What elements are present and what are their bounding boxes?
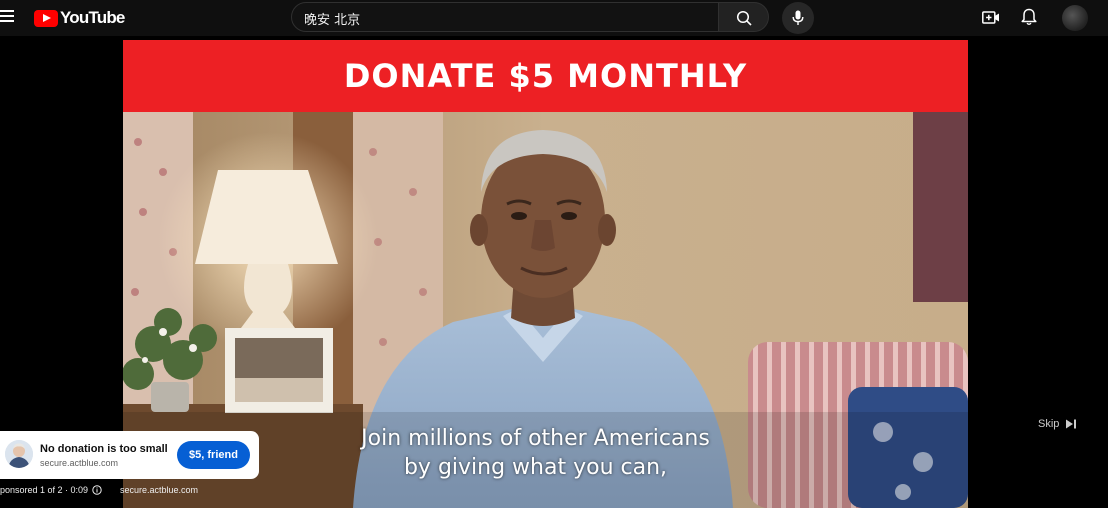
bell-icon[interactable] (1021, 8, 1037, 26)
menu-icon[interactable] (0, 10, 14, 24)
youtube-play-icon (34, 9, 58, 27)
youtube-watch-page: YouTube 晚安 北京 DONATE $5 MONTHLY Join mil… (0, 0, 1108, 508)
ad-status-text: ponsored 1 of 2 · 0:09 (0, 485, 89, 495)
advertiser-avatar (5, 440, 33, 468)
avatar[interactable] (1062, 5, 1088, 31)
logo-text: YouTube (60, 8, 125, 27)
ad-card[interactable]: No donation is too small secure.actblue.… (0, 431, 259, 479)
search-icon (736, 10, 752, 26)
mic-icon (792, 10, 804, 25)
ad-domain: secure.actblue.com (40, 458, 119, 468)
voice-search-button[interactable] (782, 2, 814, 34)
skip-next-icon (1066, 419, 1077, 429)
ad-title[interactable]: No donation is too small (40, 443, 168, 455)
ad-status: ponsored 1 of 2 · 0:09 (0, 485, 102, 495)
info-icon[interactable] (92, 485, 102, 495)
ad-status-domain[interactable]: secure.actblue.com (120, 485, 198, 495)
create-video-icon[interactable] (982, 10, 1000, 25)
ad-banner: DONATE $5 MONTHLY (123, 40, 968, 112)
search-input[interactable] (304, 9, 704, 27)
masthead: YouTube (0, 0, 1108, 36)
ad-banner-text: DONATE $5 MONTHLY (343, 57, 748, 95)
search-button[interactable] (718, 2, 769, 32)
youtube-logo[interactable]: YouTube (34, 8, 125, 27)
skip-ad-button[interactable]: Skip (1038, 418, 1077, 430)
search-box (291, 2, 719, 32)
ad-cta-button[interactable]: $5, friend (177, 441, 250, 469)
skip-label: Skip (1038, 418, 1060, 430)
